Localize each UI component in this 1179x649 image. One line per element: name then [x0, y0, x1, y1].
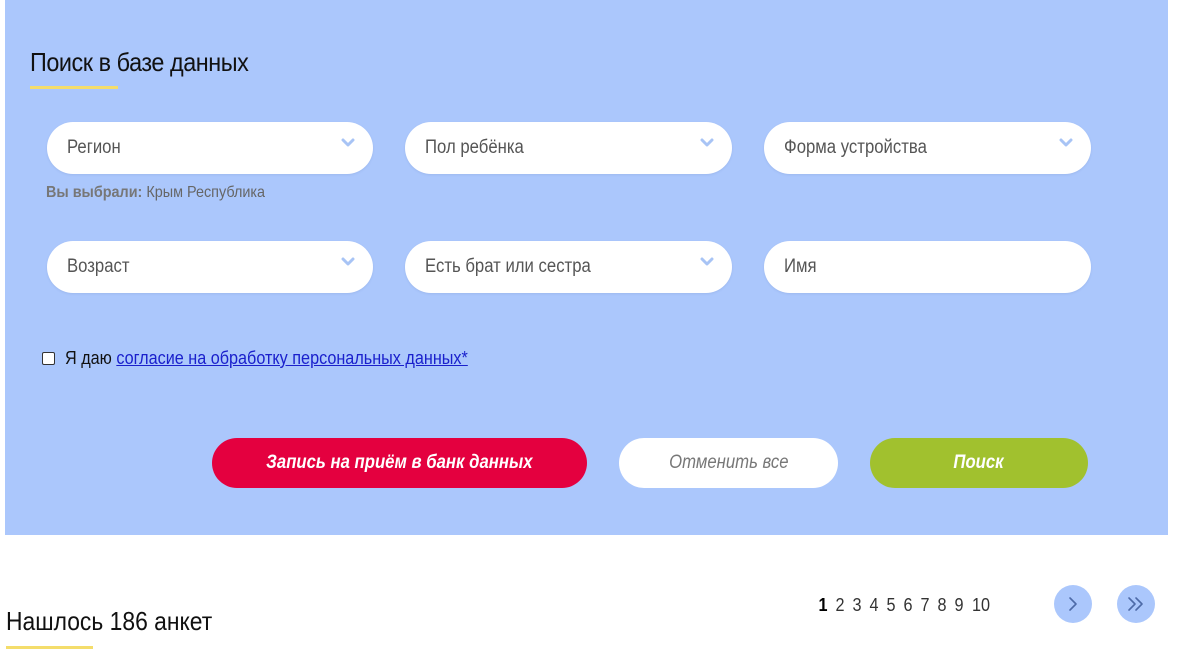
appointment-button-label: Запись на приём в банк данных	[266, 452, 533, 473]
page-link[interactable]: 4	[870, 595, 879, 616]
page-link[interactable]: 6	[904, 595, 913, 616]
selected-value: Крым Республика	[146, 184, 266, 201]
consent-row: Я даю согласие на обработку персональных…	[42, 348, 513, 369]
chevron-down-icon	[700, 257, 714, 266]
page-link[interactable]: 10	[972, 595, 990, 616]
pagination: 1 2 3 4 5 6 7 8 9 10	[818, 588, 998, 622]
gender-select-label: Пол ребёнка	[425, 137, 524, 158]
consent-checkbox[interactable]	[42, 352, 55, 365]
consent-text: Я даю согласие на обработку персональных…	[65, 348, 468, 369]
name-input-placeholder: Имя	[784, 256, 817, 277]
name-input[interactable]: Имя	[764, 241, 1091, 293]
appointment-button[interactable]: Запись на приём в банк данных	[212, 438, 587, 488]
search-button-label: Поиск	[953, 452, 1005, 473]
page-link[interactable]: 1	[819, 595, 828, 616]
results-count: Нашлось 186 анкет	[6, 606, 213, 636]
page-link[interactable]: 9	[955, 595, 964, 616]
gender-select[interactable]: Пол ребёнка	[405, 122, 732, 174]
next-page-button[interactable]	[1054, 585, 1092, 623]
page-link[interactable]: 5	[887, 595, 896, 616]
chevron-down-icon	[341, 138, 355, 147]
page-link[interactable]: 7	[921, 595, 930, 616]
selected-prefix: Вы выбрали:	[46, 184, 143, 201]
region-select[interactable]: Регион	[47, 122, 373, 174]
chevron-right-icon	[1069, 597, 1077, 611]
siblings-select[interactable]: Есть брат или сестра	[405, 241, 732, 293]
page-link[interactable]: 2	[836, 595, 845, 616]
chevron-down-icon	[341, 257, 355, 266]
last-page-button[interactable]	[1117, 585, 1155, 623]
placement-form-select[interactable]: Форма устройства	[764, 122, 1091, 174]
double-chevron-right-icon	[1128, 597, 1143, 611]
age-select-label: Возраст	[67, 256, 130, 277]
siblings-select-label: Есть брат или сестра	[425, 256, 591, 277]
cancel-all-button-label: Отменить все	[668, 452, 789, 473]
region-select-label: Регион	[67, 137, 121, 158]
consent-prefix: Я даю	[65, 348, 112, 368]
page-link[interactable]: 3	[853, 595, 862, 616]
placement-form-select-label: Форма устройства	[784, 137, 927, 158]
chevron-down-icon	[700, 138, 714, 147]
cancel-all-button[interactable]: Отменить все	[619, 438, 838, 488]
consent-link[interactable]: согласие на обработку персональных данны…	[116, 348, 467, 368]
page-link[interactable]: 8	[938, 595, 947, 616]
age-select[interactable]: Возраст	[47, 241, 373, 293]
page-title: Поиск в базе данных	[30, 47, 249, 77]
selected-region-note: Вы выбрали: Крым Республика	[46, 184, 265, 202]
title-underline	[30, 86, 118, 89]
chevron-down-icon	[1059, 138, 1073, 147]
search-button[interactable]: Поиск	[870, 438, 1088, 488]
